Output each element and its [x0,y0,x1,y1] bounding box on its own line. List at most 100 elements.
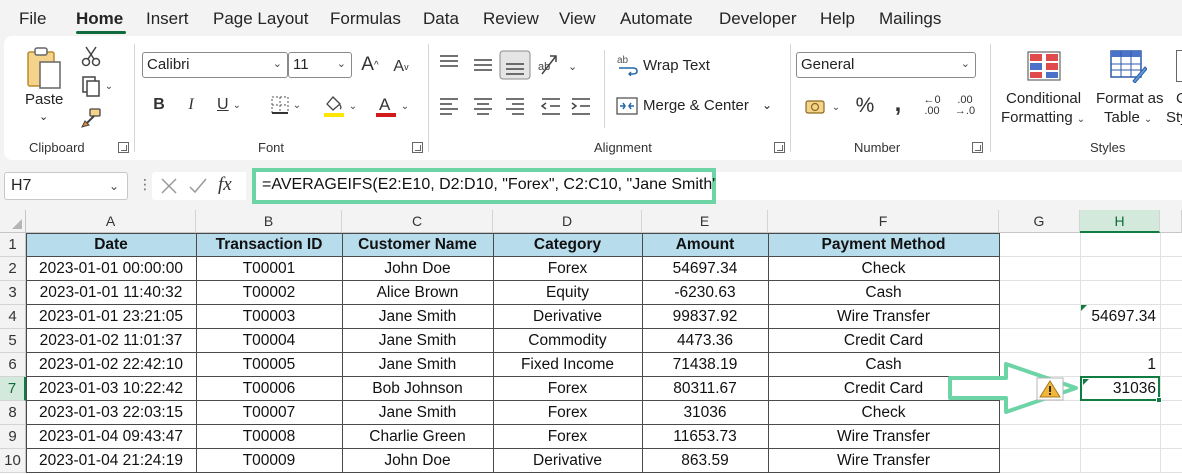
header-cell[interactable]: Category [493,233,642,257]
table-cell[interactable]: T00003 [196,305,342,329]
header-cell[interactable]: Payment Method [768,233,999,257]
enter-check-icon[interactable] [188,177,208,195]
tab-data[interactable]: Data [423,9,459,29]
row-header-5[interactable]: 5 [0,329,26,353]
merge-center-label[interactable]: Merge & Center [643,97,749,114]
formula-input[interactable]: =AVERAGEIFS(E2:E10, D2:D10, "Forex", C2:… [252,168,723,204]
formula-input-extension[interactable] [716,172,1182,200]
column-header-e[interactable]: E [642,210,768,233]
align-center-icon[interactable] [474,98,492,115]
table-cell[interactable]: 54697.34 [642,257,768,281]
cell-h6[interactable]: 1 [1080,353,1160,377]
align-right-icon[interactable] [506,98,524,115]
tab-automate[interactable]: Automate [620,9,693,29]
name-box[interactable]: H7 ⌄ [4,172,128,200]
table-cell[interactable]: Alice Brown [342,281,493,305]
tab-mailings[interactable]: Mailings [879,9,941,29]
decrease-indent-icon[interactable] [540,98,560,115]
table-cell[interactable]: Forex [493,425,642,449]
table-cell[interactable]: 31036 [642,401,768,425]
table-cell[interactable]: Jane Smith [342,353,493,377]
more-options-icon[interactable]: ⋮ [138,176,152,193]
chevron-down-icon[interactable]: ⌄ [39,110,48,123]
row-header-9[interactable]: 9 [0,425,26,449]
column-header-c[interactable]: C [342,210,493,233]
align-top-icon[interactable] [440,55,458,67]
orientation-icon[interactable]: ab [538,55,557,75]
align-left-icon[interactable] [440,98,458,115]
fill-handle[interactable] [1156,397,1162,403]
underline-button[interactable]: U ⌄ [210,92,248,118]
table-cell[interactable]: T00006 [196,377,342,401]
table-cell[interactable]: 2023-01-01 00:00:00 [26,257,196,281]
table-cell[interactable]: Wire Transfer [768,425,999,449]
table-cell[interactable]: 2023-01-01 11:40:32 [26,281,196,305]
alignment-launcher-icon[interactable] [774,142,785,153]
row-header-6[interactable]: 6 [0,353,26,377]
table-cell[interactable]: 11653.73 [642,425,768,449]
table-cell[interactable]: Cash [768,281,999,305]
table-cell[interactable]: Commodity [493,329,642,353]
row-header-1[interactable]: 1 [0,233,26,257]
column-header-g[interactable]: G [999,210,1080,233]
header-cell[interactable]: Date [26,233,196,257]
table-cell[interactable]: 99837.92 [642,305,768,329]
comma-style-button[interactable]: , [888,90,908,118]
format-as-table-label[interactable]: Format as [1096,90,1164,107]
table-cell[interactable]: Credit Card [768,329,999,353]
tab-file[interactable]: File [19,9,46,29]
table-cell[interactable]: T00004 [196,329,342,353]
italic-button[interactable]: I [180,92,202,118]
bold-button[interactable]: B [148,92,170,118]
column-header-h[interactable]: H [1080,210,1160,233]
row-header-7[interactable]: 7 [0,377,26,401]
table-cell[interactable]: 2023-01-03 22:03:15 [26,401,196,425]
table-cell[interactable]: Wire Transfer [768,305,999,329]
borders-button[interactable]: ⌄ [262,92,310,118]
table-cell[interactable]: Wire Transfer [768,449,999,473]
format-painter-button[interactable] [78,106,104,130]
merge-center-button[interactable] [614,94,640,118]
table-cell[interactable]: Forex [493,257,642,281]
column-header-b[interactable]: B [196,210,342,233]
column-header-i[interactable] [1160,210,1182,233]
row-header-2[interactable]: 2 [0,257,26,281]
table-cell[interactable]: 4473.36 [642,329,768,353]
format-as-table-button[interactable] [1108,48,1148,84]
table-cell[interactable]: 2023-01-01 23:21:05 [26,305,196,329]
header-cell[interactable]: Amount [642,233,768,257]
table-cell[interactable]: 71438.19 [642,353,768,377]
table-cell[interactable]: 863.59 [642,449,768,473]
accounting-format-button[interactable]: ⌄ [800,94,844,120]
table-cell[interactable]: Jane Smith [342,401,493,425]
conditional-formatting-button[interactable] [1024,48,1064,84]
header-cell[interactable]: Customer Name [342,233,493,257]
table-cell[interactable]: T00008 [196,425,342,449]
row-header-8[interactable]: 8 [0,401,26,425]
copy-button[interactable]: ⌄ [76,74,118,98]
wrap-text-label[interactable]: Wrap Text [643,57,710,74]
font-size-select[interactable]: 11 ⌄ [288,52,352,78]
increase-decimal-button[interactable]: ←0 .00 [918,92,946,120]
chevron-down-icon[interactable]: ⌄ [568,60,577,73]
table-cell[interactable]: T00009 [196,449,342,473]
shrink-font-button[interactable]: Av [388,54,414,80]
decrease-decimal-button[interactable]: .00 →.0 [950,92,980,120]
column-header-d[interactable]: D [493,210,642,233]
align-bottom-icon[interactable] [499,50,531,80]
table-cell[interactable]: T00001 [196,257,342,281]
table-cell[interactable]: John Doe [342,257,493,281]
conditional-formatting-label[interactable]: Conditional [1006,90,1081,107]
tab-help[interactable]: Help [820,9,855,29]
wrap-text-button[interactable]: ab [616,52,640,78]
increase-indent-icon[interactable] [571,98,590,115]
font-color-button[interactable]: A ⌄ [370,92,414,120]
number-format-select[interactable]: General ⌄ [796,52,976,78]
select-all-button[interactable] [0,210,26,233]
insert-function-icon[interactable]: fx [218,174,232,196]
font-launcher-icon[interactable] [412,142,423,153]
table-cell[interactable]: T00005 [196,353,342,377]
font-name-select[interactable]: Calibri ⌄ [142,52,288,78]
table-cell[interactable]: Charlie Green [342,425,493,449]
tab-review[interactable]: Review [483,9,539,29]
